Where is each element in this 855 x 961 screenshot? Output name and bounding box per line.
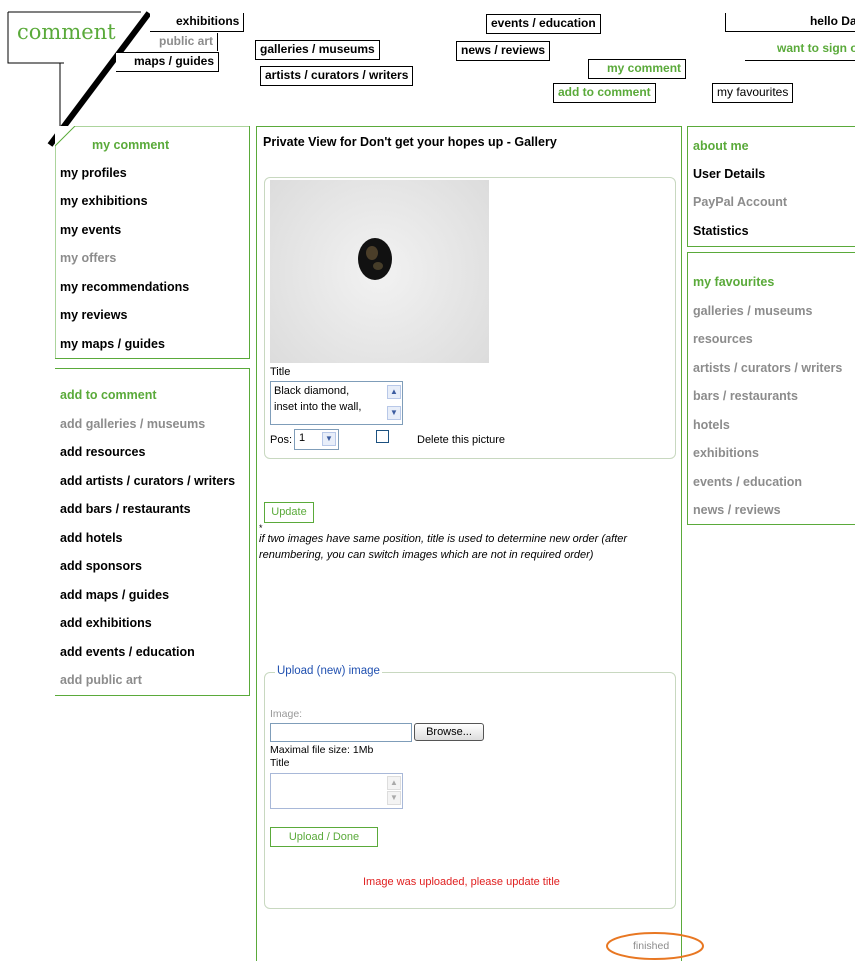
right-nav-favourites: my favourites galleries / museums resour…: [687, 252, 855, 525]
fav-hotels[interactable]: hotels: [693, 418, 730, 432]
left-nav-my-offers[interactable]: my offers: [60, 251, 116, 265]
left-nav-my-profiles[interactable]: my profiles: [60, 166, 127, 180]
fav-bars-restaurants[interactable]: bars / restaurants: [693, 389, 798, 403]
left-nav-add-to-comment: add to comment add galleries / museums a…: [55, 368, 250, 696]
nav-my-favourites[interactable]: my favourites: [712, 83, 794, 103]
left-nav-my-events[interactable]: my events: [60, 223, 121, 237]
image-file-input[interactable]: [270, 723, 412, 742]
scroll-down-icon: ▼: [387, 791, 401, 805]
about-heading[interactable]: about me: [693, 139, 749, 153]
fav-news-reviews[interactable]: news / reviews: [693, 503, 781, 517]
update-button[interactable]: Update: [264, 502, 314, 523]
add-artists-curators-writers[interactable]: add artists / curators / writers: [60, 474, 235, 488]
logo[interactable]: comment: [17, 20, 116, 44]
picture-title-textarea[interactable]: Black diamond, inset into the wall, ▲ ▼: [270, 381, 403, 425]
add-public-art[interactable]: add public art: [60, 673, 142, 687]
add-exhibitions[interactable]: add exhibitions: [60, 616, 152, 630]
left-nav-my-exhibitions[interactable]: my exhibitions: [60, 194, 148, 208]
left-nav-my-recommendations[interactable]: my recommendations: [60, 280, 189, 294]
add-resources[interactable]: add resources: [60, 445, 145, 459]
left-nav-my-maps-guides[interactable]: my maps / guides: [60, 337, 165, 351]
favourites-heading[interactable]: my favourites: [693, 275, 774, 289]
sign-out-link[interactable]: want to sign out: [745, 40, 855, 58]
nav-maps-guides[interactable]: maps / guides: [116, 52, 220, 72]
fav-artists-curators-writers[interactable]: artists / curators / writers: [693, 361, 842, 375]
footnote-text: if two images have same position, title …: [259, 533, 628, 561]
picture-title-line2: inset into the wall,: [274, 401, 362, 413]
image-label: Image:: [270, 708, 303, 720]
chevron-down-icon[interactable]: ▼: [322, 432, 336, 446]
user-details-link[interactable]: User Details: [693, 167, 765, 181]
nav-events-education[interactable]: events / education: [486, 14, 601, 34]
picture-title-line1: Black diamond,: [274, 385, 350, 397]
main-content: Private View for Don't get your hopes up…: [256, 126, 682, 961]
pos-select[interactable]: 1 ▼: [294, 429, 339, 450]
max-file-size: Maximal file size: 1Mb: [270, 744, 374, 756]
fav-galleries-museums[interactable]: galleries / museums: [693, 304, 813, 318]
nav-exhibitions[interactable]: exhibitions: [150, 13, 245, 32]
add-nav-heading[interactable]: add to comment: [60, 388, 157, 402]
fav-resources[interactable]: resources: [693, 332, 753, 346]
nav-artists-curators-writers[interactable]: artists / curators / writers: [260, 66, 414, 86]
add-events-education[interactable]: add events / education: [60, 645, 195, 659]
pos-label: Pos:: [270, 434, 293, 446]
add-hotels[interactable]: add hotels: [60, 531, 123, 545]
left-nav-my-reviews[interactable]: my reviews: [60, 308, 127, 322]
upload-title-label: Title: [270, 757, 290, 769]
picture-box: Title Black diamond, inset into the wall…: [264, 177, 676, 459]
panel-corner: [55, 126, 250, 359]
user-greeting: hello Dave: [725, 13, 855, 32]
upload-legend: Upload (new) image: [275, 665, 382, 677]
right-nav-about: about me User Details PayPal Account Sta…: [687, 126, 855, 247]
fav-exhibitions[interactable]: exhibitions: [693, 446, 759, 460]
nav-galleries-museums[interactable]: galleries / museums: [255, 40, 380, 60]
scroll-up-icon: ▲: [387, 776, 401, 790]
add-bars-restaurants[interactable]: add bars / restaurants: [60, 502, 191, 516]
diamond-image: [358, 238, 392, 280]
nav-add-to-comment[interactable]: add to comment: [553, 83, 656, 103]
picture-title-label: Title: [270, 366, 291, 378]
page-title: Private View for Don't get your hopes up…: [263, 135, 557, 149]
statistics-link[interactable]: Statistics: [693, 224, 749, 238]
left-nav-my-comment: my comment my profiles my exhibitions my…: [55, 126, 250, 359]
add-maps-guides[interactable]: add maps / guides: [60, 588, 169, 602]
fav-events-education[interactable]: events / education: [693, 475, 802, 489]
scroll-down-icon[interactable]: ▼: [387, 406, 401, 420]
scroll-up-icon[interactable]: ▲: [387, 385, 401, 399]
paypal-account-link[interactable]: PayPal Account: [693, 195, 787, 209]
add-galleries-museums[interactable]: add galleries / museums: [60, 417, 205, 431]
highlight-circle: [606, 932, 704, 960]
browse-button[interactable]: Browse...: [414, 723, 484, 741]
delete-picture-label: Delete this picture: [417, 434, 506, 446]
picture-thumbnail[interactable]: [270, 180, 489, 363]
nav-my-comment[interactable]: my comment: [588, 59, 687, 79]
pos-value: 1: [299, 432, 306, 444]
upload-status-message: Image was uploaded, please update title: [363, 876, 560, 888]
nav-news-reviews[interactable]: news / reviews: [456, 41, 551, 61]
upload-done-button[interactable]: Upload / Done: [270, 827, 378, 847]
left-nav-heading[interactable]: my comment: [92, 138, 169, 152]
upload-fieldset: Upload (new) image Image: Browse... Maxi…: [264, 665, 676, 909]
nav-public-art[interactable]: public art: [155, 33, 219, 51]
upload-title-textarea[interactable]: ▲ ▼: [270, 773, 403, 809]
delete-picture-checkbox[interactable]: [376, 430, 389, 443]
add-sponsors[interactable]: add sponsors: [60, 559, 142, 573]
header-divider: [745, 60, 855, 61]
